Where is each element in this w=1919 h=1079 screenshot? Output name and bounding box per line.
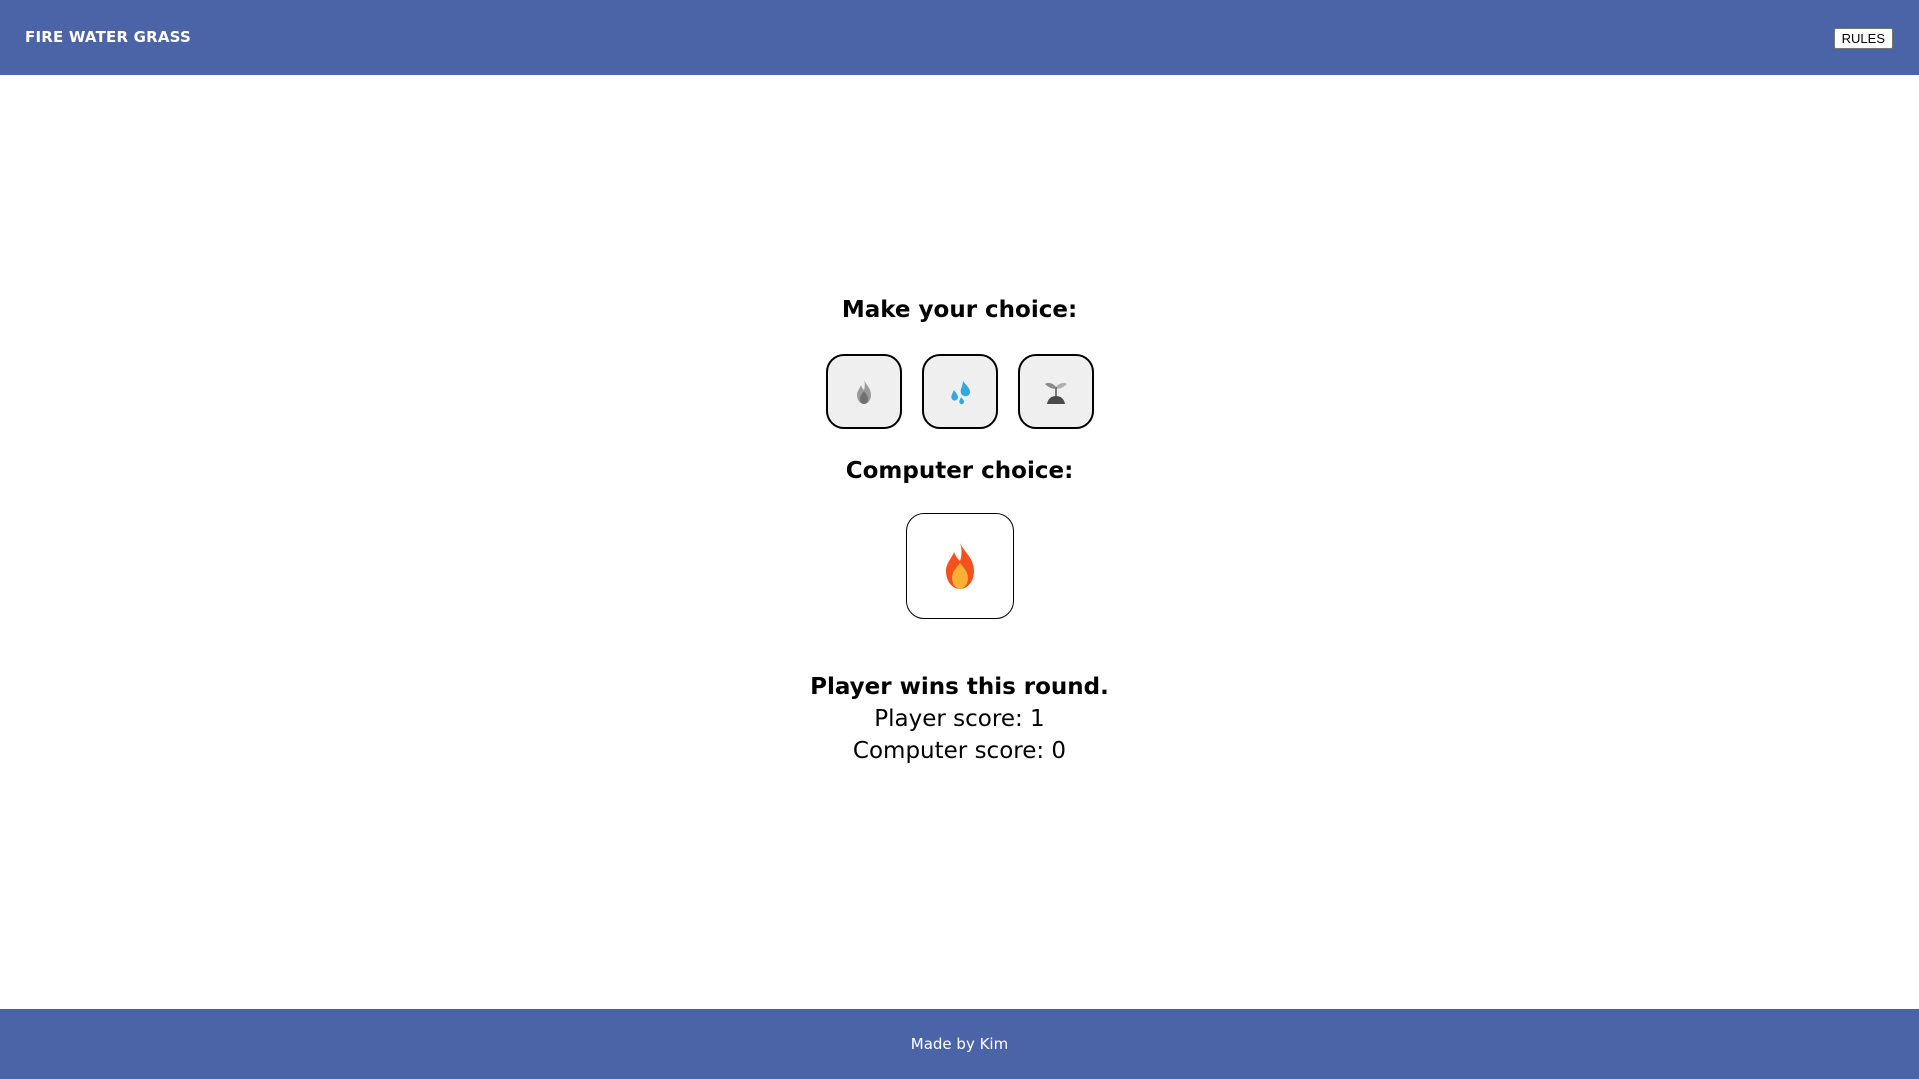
player-choices: [0, 354, 1919, 429]
grass-choice-button[interactable]: [1017, 354, 1094, 429]
player-score: Player score: 1: [874, 706, 1045, 732]
water-choice-button[interactable]: [921, 354, 998, 429]
round-result-text: Player wins this round.: [810, 674, 1109, 700]
footer: Made by Kim: [0, 1009, 1919, 1079]
fire-icon: [856, 379, 871, 404]
rules-button[interactable]: RULES: [1833, 28, 1893, 49]
top-bar: FIRE WATER GRASS RULES: [0, 0, 1919, 75]
fire-icon: [946, 543, 974, 589]
seedling-icon: [1044, 382, 1067, 404]
app-title: FIRE WATER GRASS: [25, 28, 192, 46]
computer-choice-heading: Computer choice:: [845, 458, 1074, 484]
computer-score: Computer score: 0: [852, 738, 1067, 764]
game-area: Make your choice: Computer choice: Playe…: [0, 75, 1919, 1009]
player-choice-heading: Make your choice:: [841, 297, 1078, 323]
round-result: Player wins this round. Player score: 1 …: [0, 671, 1919, 767]
footer-credit: Made by Kim: [910, 1035, 1009, 1053]
water-droplets-icon: [950, 380, 970, 404]
fire-choice-button[interactable]: [825, 354, 902, 429]
computer-choice-display: [906, 513, 1014, 619]
